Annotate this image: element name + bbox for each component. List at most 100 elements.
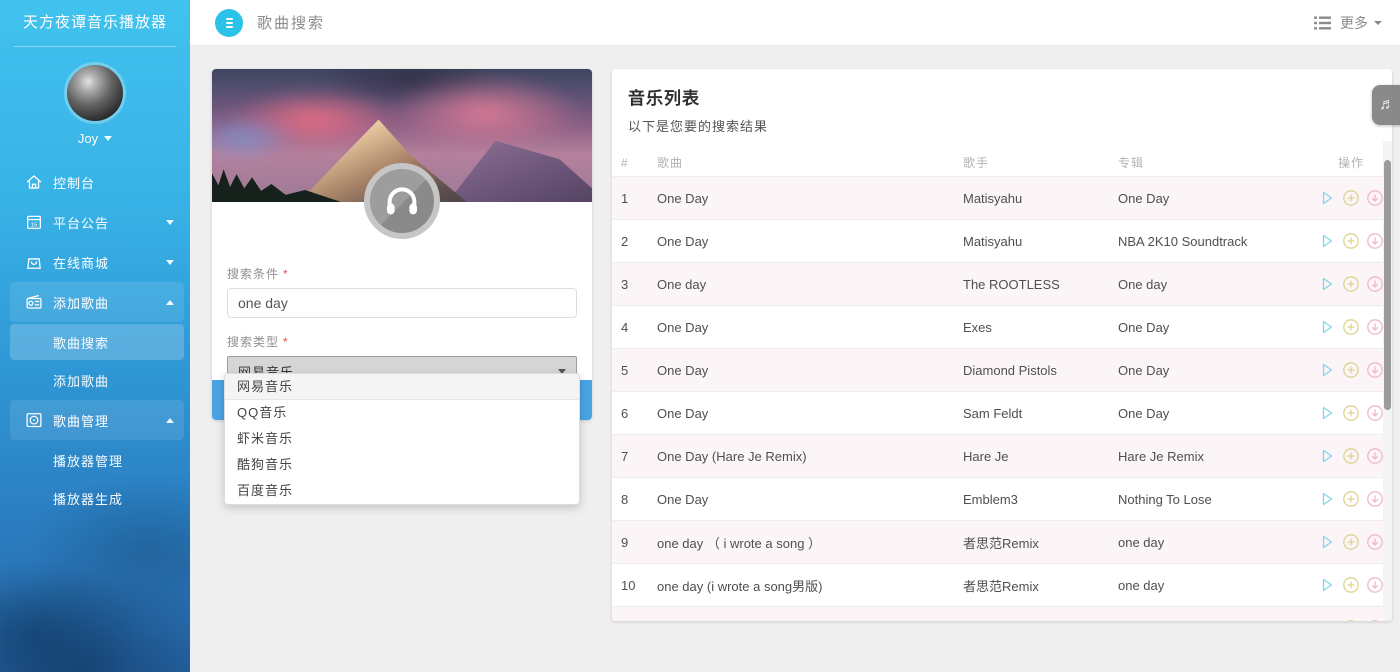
download-button[interactable] — [1366, 533, 1384, 551]
list-view-button[interactable] — [1314, 16, 1331, 30]
play-button[interactable] — [1318, 619, 1336, 621]
more-menu[interactable]: 更多 — [1340, 13, 1382, 33]
download-button[interactable] — [1366, 576, 1384, 594]
play-icon — [1318, 533, 1336, 551]
sidebar-item-announcements[interactable]: 15 平台公告 — [10, 202, 184, 242]
player-toggle-tab[interactable]: ♬ — [1372, 85, 1400, 125]
add-button[interactable] — [1342, 533, 1360, 551]
play-icon — [1318, 447, 1336, 465]
dropdown-option[interactable]: 百度音乐 — [225, 478, 579, 504]
cell-artist: Matisyahu — [963, 234, 1118, 249]
user-menu[interactable]: Joy — [0, 131, 190, 146]
list-icon — [1314, 16, 1331, 30]
play-button[interactable] — [1318, 447, 1336, 465]
cell-song: One Day — [657, 492, 963, 507]
scrollbar-thumb[interactable] — [1384, 160, 1391, 410]
cell-index: 3 — [621, 277, 657, 292]
add-button[interactable] — [1342, 275, 1360, 293]
play-button[interactable] — [1318, 404, 1336, 422]
play-button[interactable] — [1318, 275, 1336, 293]
add-button[interactable] — [1342, 619, 1360, 621]
cell-actions — [1318, 533, 1384, 551]
add-button[interactable] — [1342, 318, 1360, 336]
search-card: 搜索条件* 搜索类型* 网易音乐 — [212, 69, 592, 420]
download-button[interactable] — [1366, 318, 1384, 336]
download-button[interactable] — [1366, 619, 1384, 621]
chevron-down-icon — [1374, 21, 1382, 25]
sidebar-subitem-song-search[interactable]: 歌曲搜索 — [10, 324, 184, 360]
menu-button[interactable] — [215, 9, 243, 37]
cell-song: One Day (Hare Je Remix) — [657, 449, 963, 464]
sidebar-subitem-add-song[interactable]: 添加歌曲 — [10, 362, 184, 398]
home-icon — [25, 173, 43, 191]
sidebar-nav: 控制台 15 平台公告 在线商城 — [0, 162, 190, 516]
dropdown-option[interactable]: 网易音乐 — [225, 374, 579, 400]
table-row: 1 One Day Matisyahu One Day — [612, 176, 1392, 219]
add-button[interactable] — [1342, 576, 1360, 594]
results-table: # 歌曲 歌手 专辑 操作 1 One Day Matisyahu One Da… — [612, 149, 1392, 621]
plus-icon — [1342, 619, 1360, 621]
more-label: 更多 — [1340, 13, 1368, 33]
table-row: 9 one day （ i wrote a song ） 者思范Remix on… — [612, 520, 1392, 563]
cell-index: 2 — [621, 234, 657, 249]
play-button[interactable] — [1318, 232, 1336, 250]
dropdown-option[interactable]: 酷狗音乐 — [225, 452, 579, 478]
sidebar-item-add-song[interactable]: 添加歌曲 — [10, 282, 184, 322]
play-button[interactable] — [1318, 533, 1336, 551]
sidebar-subitem-player-manage[interactable]: 播放器管理 — [10, 442, 184, 478]
dropdown-option[interactable]: QQ音乐 — [225, 400, 579, 426]
add-button[interactable] — [1342, 447, 1360, 465]
download-button[interactable] — [1366, 490, 1384, 508]
results-subtitle: 以下是您要的搜索结果 — [628, 116, 1376, 135]
user-avatar[interactable] — [67, 65, 123, 121]
sidebar-item-store[interactable]: 在线商城 — [10, 242, 184, 282]
plus-icon — [1342, 447, 1360, 465]
play-button[interactable] — [1318, 490, 1336, 508]
add-button[interactable] — [1342, 490, 1360, 508]
cell-album: One Day — [1118, 621, 1318, 622]
download-button[interactable] — [1366, 189, 1384, 207]
sidebar-item-dashboard[interactable]: 控制台 — [10, 162, 184, 202]
cell-index: 4 — [621, 320, 657, 335]
cell-artist: 者思范Remix — [963, 576, 1118, 595]
play-button[interactable] — [1318, 189, 1336, 207]
cell-artist: Emblem3 — [963, 492, 1118, 507]
chevron-down-icon — [166, 260, 174, 265]
chevron-down-icon — [104, 136, 112, 141]
play-icon — [1318, 275, 1336, 293]
download-button[interactable] — [1366, 275, 1384, 293]
cell-album: One Day — [1118, 406, 1318, 421]
add-button[interactable] — [1342, 232, 1360, 250]
cell-album: One day — [1118, 277, 1318, 292]
play-button[interactable] — [1318, 318, 1336, 336]
calendar-icon: 15 — [25, 213, 43, 231]
sidebar-item-song-manage[interactable]: 歌曲管理 — [10, 400, 184, 440]
download-button[interactable] — [1366, 404, 1384, 422]
play-button[interactable] — [1318, 361, 1336, 379]
table-row: 10 one day (i wrote a song男版) 者思范Remix o… — [612, 563, 1392, 606]
play-button[interactable] — [1318, 576, 1336, 594]
cell-song: One Day — [657, 406, 963, 421]
cell-artist: Logic — [963, 621, 1118, 622]
required-asterisk: * — [283, 335, 289, 349]
cell-song: One Day — [657, 363, 963, 378]
cell-actions — [1318, 318, 1384, 336]
cell-actions — [1318, 232, 1384, 250]
type-dropdown: 网易音乐 QQ音乐 虾米音乐 酷狗音乐 百度音乐 — [224, 373, 580, 505]
chevron-down-icon — [166, 220, 174, 225]
table-row: 11 One Day Logic One Day — [612, 606, 1392, 621]
dropdown-option[interactable]: 虾米音乐 — [225, 426, 579, 452]
column-header-index: # — [621, 156, 657, 170]
download-button[interactable] — [1366, 232, 1384, 250]
download-icon — [1366, 275, 1384, 293]
sidebar-subitem-player-generate[interactable]: 播放器生成 — [10, 480, 184, 516]
play-icon — [1318, 490, 1336, 508]
add-button[interactable] — [1342, 361, 1360, 379]
add-button[interactable] — [1342, 189, 1360, 207]
cell-actions — [1318, 490, 1384, 508]
download-button[interactable] — [1366, 447, 1384, 465]
add-button[interactable] — [1342, 404, 1360, 422]
plus-icon — [1342, 404, 1360, 422]
download-button[interactable] — [1366, 361, 1384, 379]
keyword-input[interactable] — [227, 288, 577, 318]
